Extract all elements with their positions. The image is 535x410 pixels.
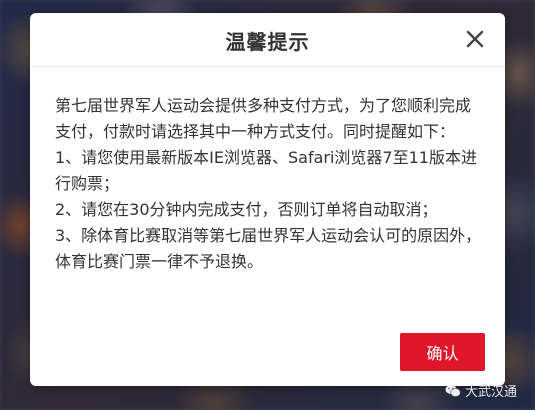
confirm-button[interactable]: 确认	[400, 333, 485, 371]
wechat-icon	[445, 384, 461, 397]
watermark-text: 大武汉通	[464, 385, 517, 400]
watermark: 大武汉通	[445, 381, 517, 400]
notice-item-1: 1、请您使用最新版本IE浏览器、Safari浏览器7至11版本进行购票；	[55, 148, 477, 193]
notice-dialog: 温馨提示 第七届世界军人运动会提供多种支付方式，为了您顺利完成支付，付款时请选择…	[30, 13, 505, 386]
notice-item-2: 2、请您在30分钟内完成支付，否则订单将自动取消；	[55, 200, 438, 219]
dialog-header: 温馨提示	[30, 13, 505, 67]
close-icon	[466, 30, 484, 48]
close-button[interactable]	[463, 27, 487, 51]
notice-intro: 第七届世界军人运动会提供多种支付方式，为了您顺利完成支付，付款时请选择其中一种方…	[55, 96, 472, 141]
dialog-body: 第七届世界军人运动会提供多种支付方式，为了您顺利完成支付，付款时请选择其中一种方…	[55, 93, 485, 275]
dialog-title: 温馨提示	[225, 30, 310, 54]
notice-item-3: 3、除体育比赛取消等第七届世界军人运动会认可的原因外，体育比赛门票一律不予退换。	[55, 226, 482, 271]
